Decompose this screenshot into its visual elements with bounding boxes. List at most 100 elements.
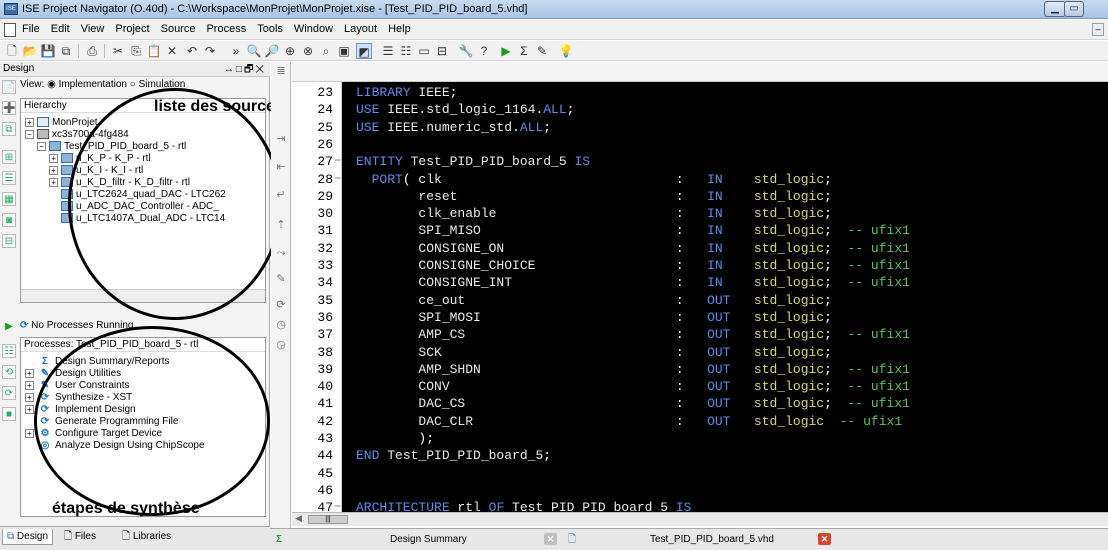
menu-window[interactable]: Window [294, 23, 333, 35]
process-item[interactable]: + ✎ User Constraints [25, 380, 129, 392]
tab-files[interactable]: 🗋 Files [60, 529, 100, 545]
menu-help[interactable]: Help [388, 23, 411, 35]
zoom-fit-icon[interactable]: ⊕ [282, 43, 298, 59]
scroll-left-icon[interactable]: ◀ [295, 513, 302, 524]
tree-expander-icon[interactable]: − [37, 141, 46, 151]
hierarchy-icon[interactable]: ⊞ [2, 150, 16, 164]
tree-item[interactable]: − xc3s700a-4fg484 [25, 129, 129, 141]
schematic-icon[interactable]: ⊟ [2, 234, 16, 248]
add-copy-source-icon[interactable]: ⧉ [2, 122, 16, 136]
toggle-icon[interactable]: ✎ [274, 272, 288, 286]
cut-icon[interactable]: ✂ [110, 43, 126, 59]
process-expander-icon[interactable]: + [25, 393, 34, 402]
help-pointer-icon[interactable]: ? [476, 43, 492, 59]
tree-item[interactable]: − Test_PID_PID_board_5 - rtl [37, 141, 186, 153]
open-file-icon[interactable]: 📂 [22, 43, 38, 59]
tree-item[interactable]: + u_K_I - K_I - rtl [49, 165, 143, 177]
tree-item[interactable]: + u_K_P - K_P - rtl [49, 153, 151, 165]
process-expander-icon[interactable]: + [25, 369, 34, 378]
menu-view[interactable]: View [81, 23, 105, 35]
constraints-icon[interactable]: ✎ [534, 43, 550, 59]
tree-item[interactable]: u_LTC2624_quad_DAC - LTC262 [49, 189, 226, 201]
menu-project[interactable]: Project [115, 23, 149, 35]
process-item[interactable]: + ⟳ Synthesize - XST [25, 392, 132, 404]
implementation-label[interactable]: Implementation [59, 79, 127, 90]
outdent-icon[interactable]: ⇤ [274, 160, 288, 174]
menu-layout[interactable]: Layout [344, 23, 377, 35]
add-source-icon[interactable]: ➕ [2, 101, 16, 115]
bookmark-icon[interactable]: ≣ [274, 64, 288, 78]
close-summary-tab-icon[interactable]: ✕ [544, 533, 557, 545]
tab-libraries[interactable]: 🗋 Libraries [118, 529, 175, 545]
tile-horizontal-icon[interactable]: ☰ [380, 43, 396, 59]
window-icon[interactable]: ⊟ [434, 43, 450, 59]
close-vhd-tab-icon[interactable]: ✕ [818, 533, 831, 545]
tools-icon[interactable]: 🔧 [458, 43, 474, 59]
print-icon[interactable]: ⎙ [84, 43, 100, 59]
zoom-reset-icon[interactable]: ⊗ [300, 43, 316, 59]
new-source-icon[interactable]: 📄 [2, 80, 16, 94]
zoom-in-icon[interactable]: 🔍 [246, 43, 262, 59]
find-icon[interactable]: ⌕ [318, 43, 334, 59]
goto-line-icon[interactable]: ⟳ [274, 298, 288, 312]
design-view-icon[interactable]: ◩ [356, 43, 372, 59]
zoom-out-icon[interactable]: 🔎 [264, 43, 280, 59]
editor-horizontal-scrollbar[interactable]: ◀ ||| [292, 512, 1108, 526]
tree-expander-icon[interactable]: + [25, 117, 34, 127]
process-item[interactable]: Σ Design Summary/Reports [25, 356, 170, 368]
process-item[interactable]: + ⟳ Implement Design [25, 404, 136, 416]
tree-expander-icon[interactable]: − [25, 129, 34, 139]
tree-item[interactable]: u_ADC_DAC_Controller - ADC_ [49, 201, 219, 213]
core-icon[interactable]: ◙ [2, 213, 16, 227]
tree-expander-icon[interactable]: + [49, 177, 58, 187]
summary-sigma-icon[interactable]: Σ [276, 532, 282, 548]
stop-icon[interactable]: ■ [2, 407, 16, 421]
process-expander-icon[interactable]: + [25, 405, 34, 414]
tile-vertical-icon[interactable]: ☷ [398, 43, 414, 59]
menu-source[interactable]: Source [161, 23, 196, 35]
tree-expander-icon[interactable]: + [49, 165, 58, 175]
tree-item[interactable]: + MonProjet [25, 117, 98, 129]
simulation-radio[interactable]: ○ [130, 79, 136, 90]
tree-item[interactable]: + u_K_D_filtr - K_D_filtr - rtl [49, 177, 190, 189]
undo-icon[interactable]: ↶ [184, 43, 200, 59]
menu-file[interactable]: File [22, 23, 40, 35]
process-item[interactable]: + ⚙ Configure Target Device [25, 428, 162, 440]
delete-icon[interactable]: ✕ [164, 43, 180, 59]
fold-toggle-icon[interactable]: − [334, 154, 341, 168]
process-item[interactable]: ⟳ Generate Programming File [25, 416, 179, 428]
uncomment-icon[interactable]: ⇡ [274, 218, 288, 232]
new-file-icon[interactable]: 🗋 [4, 43, 20, 59]
process-properties-icon[interactable]: ☷ [2, 344, 16, 358]
maximize-button[interactable]: ▭ [1064, 1, 1084, 17]
fold-toggle-icon[interactable]: − [334, 500, 341, 512]
module-icon[interactable]: ▦ [2, 192, 16, 206]
redo-icon[interactable]: ↷ [202, 43, 218, 59]
tab-design-summary[interactable]: Design Summary [390, 532, 467, 548]
insert-template-icon[interactable]: ⤳ [274, 246, 288, 260]
paste-icon[interactable]: 📋 [146, 43, 162, 59]
cascade-icon[interactable]: ▭ [416, 43, 432, 59]
code-editor[interactable]: 23 24 25 26 27 28 29 30 31 32 33 34 35 36 37 38 39 40 41 42… [292, 82, 1108, 512]
process-expander-icon[interactable]: + [25, 381, 34, 390]
simulation-label[interactable]: Simulation [139, 79, 186, 90]
menu-process[interactable]: Process [206, 23, 246, 35]
process-item[interactable]: + ✎ Design Utilities [25, 368, 121, 380]
menu-tools[interactable]: Tools [257, 23, 283, 35]
comment-icon[interactable]: ↵ [274, 188, 288, 202]
save-icon[interactable]: 💾 [40, 43, 56, 59]
next-bookmark-icon[interactable]: ◷ [274, 318, 288, 332]
process-item[interactable]: ◎ Analyze Design Using ChipScope [25, 440, 205, 452]
indent-icon[interactable]: ⇥ [274, 132, 288, 146]
scroll-thumb[interactable]: ||| [308, 515, 348, 524]
tree-expander-icon[interactable]: + [49, 153, 58, 163]
properties-icon[interactable]: ☰ [2, 171, 16, 185]
sigma-icon[interactable]: Σ [516, 43, 532, 59]
hierarchy-horizontal-scrollbar[interactable] [21, 289, 265, 302]
toolbar-overflow-icon[interactable]: » [228, 43, 244, 59]
panel-controls[interactable]: ↔□🗗✕ [224, 62, 266, 79]
tree-item[interactable]: u_LTC1407A_Dual_ADC - LTC14 [49, 213, 225, 225]
menu-edit[interactable]: Edit [51, 23, 70, 35]
run-process-icon[interactable]: ▶ [2, 320, 16, 334]
image-icon[interactable]: ▣ [336, 43, 352, 59]
